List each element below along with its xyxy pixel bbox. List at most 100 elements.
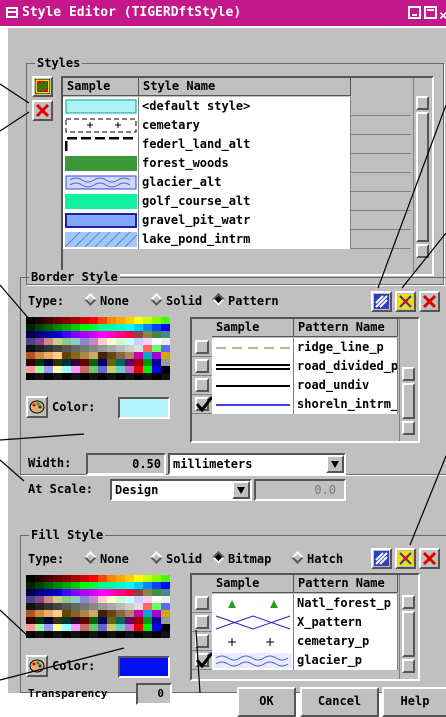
palette-color-cell[interactable] — [35, 596, 44, 603]
palette-color-cell[interactable] — [125, 617, 134, 624]
pattern-checkbox[interactable] — [195, 396, 213, 413]
palette-color-cell[interactable] — [26, 596, 35, 603]
palette-color-cell[interactable] — [80, 352, 89, 359]
palette-color-cell[interactable] — [152, 352, 161, 359]
palette-color-cell[interactable] — [62, 373, 71, 380]
palette-color-cell[interactable] — [89, 582, 98, 589]
fill-color-swatch[interactable] — [118, 656, 170, 678]
palette-color-cell[interactable] — [62, 631, 71, 638]
palette-color-cell[interactable] — [152, 631, 161, 638]
palette-color-cell[interactable] — [53, 338, 62, 345]
palette-color-cell[interactable] — [152, 596, 161, 603]
palette-color-cell[interactable] — [98, 366, 107, 373]
transparency-input[interactable]: 0 — [136, 683, 172, 705]
palette-color-cell[interactable] — [89, 617, 98, 624]
palette-color-cell[interactable] — [143, 603, 152, 610]
palette-color-cell[interactable] — [98, 359, 107, 366]
palette-color-cell[interactable] — [143, 352, 152, 359]
palette-color-cell[interactable] — [44, 359, 53, 366]
maximize-icon[interactable] — [424, 6, 437, 19]
palette-color-cell[interactable] — [89, 317, 98, 324]
palette-color-cell[interactable] — [35, 631, 44, 638]
pattern-checkbox[interactable] — [195, 596, 209, 610]
pattern-row[interactable]: road_divided_p — [192, 357, 398, 376]
styles-sample-header[interactable]: Sample — [63, 78, 139, 96]
palette-color-cell[interactable] — [143, 373, 152, 380]
palette-color-cell[interactable] — [134, 589, 143, 596]
palette-color-cell[interactable] — [44, 373, 53, 380]
border-sample-header[interactable]: Sample — [212, 319, 294, 337]
palette-color-cell[interactable] — [62, 610, 71, 617]
palette-color-cell[interactable] — [107, 624, 116, 631]
palette-color-cell[interactable] — [80, 631, 89, 638]
palette-color-cell[interactable] — [152, 589, 161, 596]
palette-color-cell[interactable] — [161, 345, 170, 352]
system-menu-icon[interactable] — [6, 7, 18, 18]
palette-color-cell[interactable] — [134, 317, 143, 324]
palette-color-cell[interactable] — [98, 373, 107, 380]
palette-color-cell[interactable] — [125, 352, 134, 359]
palette-color-cell[interactable] — [35, 366, 44, 373]
palette-color-cell[interactable] — [98, 352, 107, 359]
palette-color-cell[interactable] — [35, 331, 44, 338]
palette-color-cell[interactable] — [80, 589, 89, 596]
palette-color-cell[interactable] — [116, 631, 125, 638]
palette-color-cell[interactable] — [26, 359, 35, 366]
palette-color-cell[interactable] — [53, 575, 62, 582]
palette-color-cell[interactable] — [116, 596, 125, 603]
palette-color-cell[interactable] — [44, 610, 53, 617]
palette-color-cell[interactable] — [134, 610, 143, 617]
palette-color-cell[interactable] — [161, 352, 170, 359]
minimize-icon[interactable] — [408, 6, 421, 19]
palette-color-cell[interactable] — [134, 352, 143, 359]
palette-color-cell[interactable] — [44, 352, 53, 359]
palette-color-cell[interactable] — [125, 596, 134, 603]
palette-color-cell[interactable] — [125, 624, 134, 631]
border-pattern-delete-button[interactable] — [419, 291, 440, 312]
palette-color-cell[interactable] — [53, 359, 62, 366]
palette-color-cell[interactable] — [71, 352, 80, 359]
palette-color-cell[interactable] — [35, 324, 44, 331]
pattern-checkbox[interactable] — [195, 652, 213, 669]
palette-color-cell[interactable] — [71, 575, 80, 582]
palette-color-cell[interactable] — [80, 373, 89, 380]
at-scale-select[interactable]: Design — [110, 479, 252, 501]
palette-color-cell[interactable] — [107, 345, 116, 352]
pattern-checkbox[interactable] — [195, 634, 209, 648]
palette-color-cell[interactable] — [98, 331, 107, 338]
palette-color-cell[interactable] — [62, 366, 71, 373]
palette-color-cell[interactable] — [116, 338, 125, 345]
ok-button[interactable]: OK — [237, 687, 296, 717]
palette-color-cell[interactable] — [26, 366, 35, 373]
fill-color-palette[interactable] — [26, 575, 170, 638]
palette-color-cell[interactable] — [125, 331, 134, 338]
palette-color-cell[interactable] — [116, 624, 125, 631]
palette-color-cell[interactable] — [116, 324, 125, 331]
pattern-row[interactable]: road_undiv — [192, 376, 398, 395]
pattern-checkbox[interactable] — [195, 359, 209, 373]
palette-color-cell[interactable] — [26, 589, 35, 596]
palette-color-cell[interactable] — [125, 317, 134, 324]
palette-color-cell[interactable] — [44, 596, 53, 603]
palette-color-cell[interactable] — [107, 603, 116, 610]
palette-color-cell[interactable] — [98, 338, 107, 345]
width-input[interactable]: 0.50 — [86, 453, 166, 475]
pattern-row[interactable]: glacier_p — [192, 651, 398, 670]
palette-color-cell[interactable] — [62, 317, 71, 324]
palette-color-cell[interactable] — [62, 324, 71, 331]
fill-pattern-scrollbar[interactable] — [399, 575, 418, 679]
palette-color-cell[interactable] — [143, 575, 152, 582]
palette-color-cell[interactable] — [80, 617, 89, 624]
palette-color-cell[interactable] — [62, 575, 71, 582]
palette-color-cell[interactable] — [152, 610, 161, 617]
palette-color-cell[interactable] — [35, 373, 44, 380]
palette-color-cell[interactable] — [26, 582, 35, 589]
palette-color-cell[interactable] — [71, 373, 80, 380]
palette-color-cell[interactable] — [134, 582, 143, 589]
palette-color-cell[interactable] — [107, 610, 116, 617]
palette-color-cell[interactable] — [26, 624, 35, 631]
palette-color-cell[interactable] — [125, 345, 134, 352]
palette-color-cell[interactable] — [35, 352, 44, 359]
palette-color-cell[interactable] — [161, 338, 170, 345]
fill-type-solid-radio[interactable]: Solid — [150, 551, 202, 566]
